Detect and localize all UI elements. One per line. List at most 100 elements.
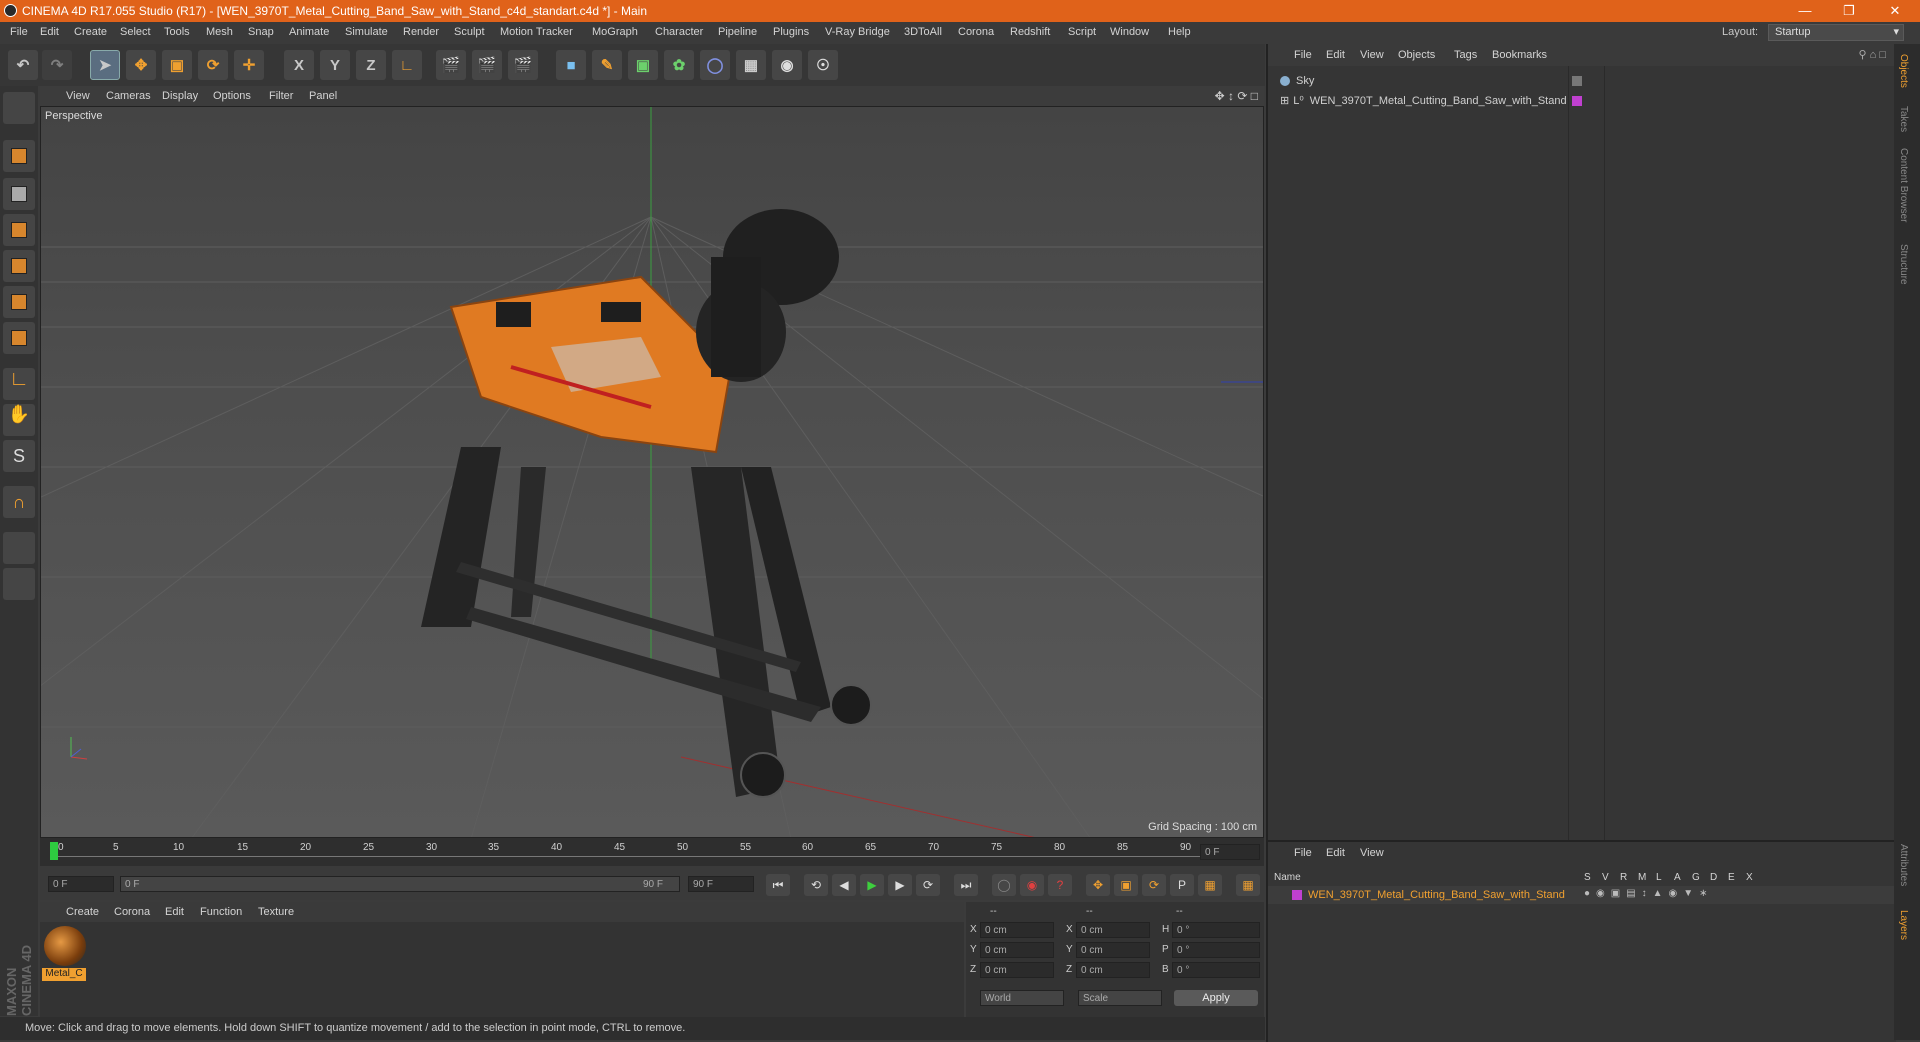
- menu-tools[interactable]: Tools: [164, 26, 190, 38]
- menu-corona[interactable]: Corona: [958, 26, 994, 38]
- menu-select[interactable]: Select: [120, 26, 151, 38]
- redo-icon[interactable]: ↷: [42, 50, 72, 80]
- material-menu-texture[interactable]: Texture: [258, 906, 294, 918]
- layer-row[interactable]: WEN_3970T_Metal_Cutting_Band_Saw_with_St…: [1268, 886, 1896, 904]
- coord-size-x-field[interactable]: 0 cm: [1076, 922, 1150, 938]
- viewport-menu-options[interactable]: Options: [213, 90, 251, 102]
- coord-size-z-field[interactable]: 0 cm: [1076, 962, 1150, 978]
- timeline-playhead[interactable]: [50, 842, 58, 860]
- close-icon[interactable]: ✕: [1880, 2, 1910, 20]
- apply-button[interactable]: Apply: [1174, 990, 1258, 1006]
- menu-window[interactable]: Window: [1110, 26, 1149, 38]
- material-menu-function[interactable]: Function: [200, 906, 242, 918]
- tab-content-browser[interactable]: Content Browser: [1898, 148, 1909, 222]
- menu-create[interactable]: Create: [74, 26, 107, 38]
- coord-space-select[interactable]: World: [980, 990, 1064, 1006]
- planar-workplane-icon[interactable]: [3, 568, 35, 600]
- layout-select[interactable]: Startup ▾: [1768, 24, 1904, 41]
- deformer-icon[interactable]: ◯: [700, 50, 730, 80]
- key-position-icon[interactable]: ✥: [1086, 874, 1110, 896]
- band-saw-model[interactable]: [421, 209, 872, 798]
- goto-start-icon[interactable]: ⏮: [766, 874, 790, 896]
- locked-workplane-icon[interactable]: [3, 532, 35, 564]
- material-menu-create[interactable]: Create: [66, 906, 99, 918]
- timeline-window-icon[interactable]: ▦: [1236, 874, 1260, 896]
- axis-z-button[interactable]: Z: [356, 50, 386, 80]
- model-mode-icon[interactable]: [3, 140, 35, 172]
- menu-simulate[interactable]: Simulate: [345, 26, 388, 38]
- viewport-nav-icons[interactable]: ✥ ↕ ⟳ □: [1215, 89, 1258, 103]
- objects-menu-objects[interactable]: Objects: [1398, 49, 1435, 61]
- viewport-menu-view[interactable]: View: [66, 90, 90, 102]
- viewport-menu-panel[interactable]: Panel: [309, 90, 337, 102]
- make-editable-icon[interactable]: [3, 92, 35, 124]
- coord-size-y-field[interactable]: 0 cm: [1076, 942, 1150, 958]
- layers-menu-file[interactable]: File: [1294, 847, 1312, 859]
- rotate-icon[interactable]: ⟳: [198, 50, 228, 80]
- menu-sculpt[interactable]: Sculpt: [454, 26, 485, 38]
- objects-menu-tags[interactable]: Tags: [1454, 49, 1477, 61]
- goto-end-icon[interactable]: ⏭: [954, 874, 978, 896]
- objects-menu-edit[interactable]: Edit: [1326, 49, 1345, 61]
- menu-mesh[interactable]: Mesh: [206, 26, 233, 38]
- menu-redshift[interactable]: Redshift: [1010, 26, 1050, 38]
- objects-menu-view[interactable]: View: [1360, 49, 1384, 61]
- coord-pos-x-field[interactable]: 0 cm: [980, 922, 1054, 938]
- menu-snap[interactable]: Snap: [248, 26, 274, 38]
- coord-rot-p-field[interactable]: 0 °: [1172, 942, 1260, 958]
- coord-rot-b-field[interactable]: 0 °: [1172, 962, 1260, 978]
- camera-icon[interactable]: ◉: [772, 50, 802, 80]
- layer-color-swatch[interactable]: [1572, 96, 1582, 106]
- coordinate-system-icon[interactable]: ∟: [392, 50, 422, 80]
- coord-size-mode-select[interactable]: Scale: [1078, 990, 1162, 1006]
- keyframe-selection-icon[interactable]: ?: [1048, 874, 1072, 896]
- axis-mode-icon[interactable]: ∟: [3, 368, 35, 400]
- layers-menu-view[interactable]: View: [1360, 847, 1384, 859]
- render-picture-viewer-icon[interactable]: 🎬: [472, 50, 502, 80]
- cube-primitive-icon[interactable]: ■: [556, 50, 586, 80]
- menu-edit[interactable]: Edit: [40, 26, 59, 38]
- menu-pipeline[interactable]: Pipeline: [718, 26, 757, 38]
- end-frame-field[interactable]: 90 F: [688, 876, 754, 892]
- search-icon[interactable]: ⚲ ⌂ □: [1859, 48, 1886, 61]
- key-parameter-icon[interactable]: P: [1170, 874, 1194, 896]
- snap-icon[interactable]: S: [3, 440, 35, 472]
- layer-toggle-icons[interactable]: ●◉▣▤↕▲◉▼∗: [1584, 888, 1714, 899]
- viewport-menu-cameras[interactable]: Cameras: [106, 90, 151, 102]
- point-mode-icon[interactable]: [3, 250, 35, 282]
- viewport-menu-filter[interactable]: Filter: [269, 90, 293, 102]
- tab-objects[interactable]: Objects: [1898, 54, 1909, 88]
- key-scale-icon[interactable]: ▣: [1114, 874, 1138, 896]
- autokey-icon[interactable]: ◉: [1020, 874, 1044, 896]
- render-settings-icon[interactable]: 🎬: [508, 50, 538, 80]
- edge-mode-icon[interactable]: [3, 286, 35, 318]
- key-pla-icon[interactable]: ▦: [1198, 874, 1222, 896]
- tab-layers[interactable]: Layers: [1898, 910, 1909, 940]
- texture-mode-icon[interactable]: [3, 178, 35, 210]
- objects-menu-file[interactable]: File: [1294, 49, 1312, 61]
- key-rotation-icon[interactable]: ⟳: [1142, 874, 1166, 896]
- magnet-icon[interactable]: ∩: [3, 486, 35, 518]
- menu-vray-bridge[interactable]: V-Ray Bridge: [825, 26, 890, 38]
- timeline-ruler[interactable]: 0 5 10 15 20 25 30 35 40 45 50 55 60 65 …: [40, 838, 1264, 866]
- tab-takes[interactable]: Takes: [1898, 106, 1909, 132]
- workplane-icon[interactable]: [3, 214, 35, 246]
- layers-menu-edit[interactable]: Edit: [1326, 847, 1345, 859]
- record-keys-icon[interactable]: ◯: [992, 874, 1016, 896]
- tab-structure[interactable]: Structure: [1898, 244, 1909, 285]
- tweak-mode-icon[interactable]: ✋: [3, 404, 35, 436]
- menu-script[interactable]: Script: [1068, 26, 1096, 38]
- object-row-bandsaw[interactable]: ⊞ L⁰ WEN_3970T_Metal_Cutting_Band_Saw_with…: [1280, 92, 1567, 110]
- coord-pos-z-field[interactable]: 0 cm: [980, 962, 1054, 978]
- prev-frame-icon[interactable]: ◀: [832, 874, 856, 896]
- menu-character[interactable]: Character: [655, 26, 703, 38]
- menu-help[interactable]: Help: [1168, 26, 1191, 38]
- spline-pen-icon[interactable]: ✎: [592, 50, 622, 80]
- render-view-icon[interactable]: 🎬: [436, 50, 466, 80]
- floor-icon[interactable]: ▦: [736, 50, 766, 80]
- light-icon[interactable]: ☉: [808, 50, 838, 80]
- material-menu-edit[interactable]: Edit: [165, 906, 184, 918]
- play-icon[interactable]: ▶: [860, 874, 884, 896]
- material-menu-corona[interactable]: Corona: [114, 906, 150, 918]
- object-row-sky[interactable]: Sky: [1280, 72, 1314, 90]
